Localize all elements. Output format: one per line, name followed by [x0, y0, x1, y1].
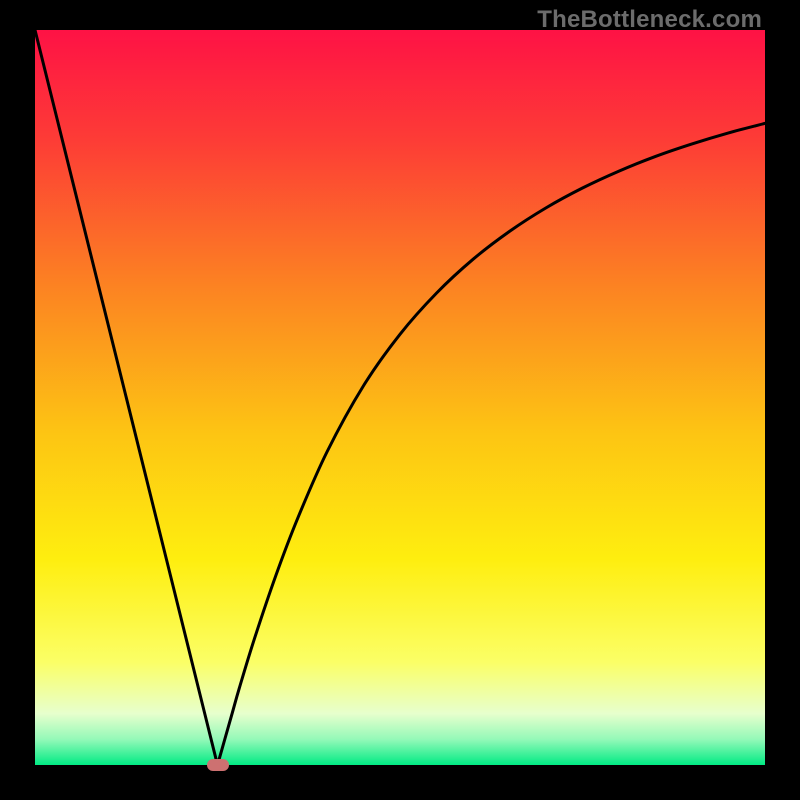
optimum-marker [207, 759, 229, 771]
plot-area [35, 30, 765, 765]
chart-background [35, 30, 765, 765]
chart-frame: TheBottleneck.com [0, 0, 800, 800]
chart-canvas [35, 30, 765, 765]
watermark-label: TheBottleneck.com [537, 6, 762, 34]
